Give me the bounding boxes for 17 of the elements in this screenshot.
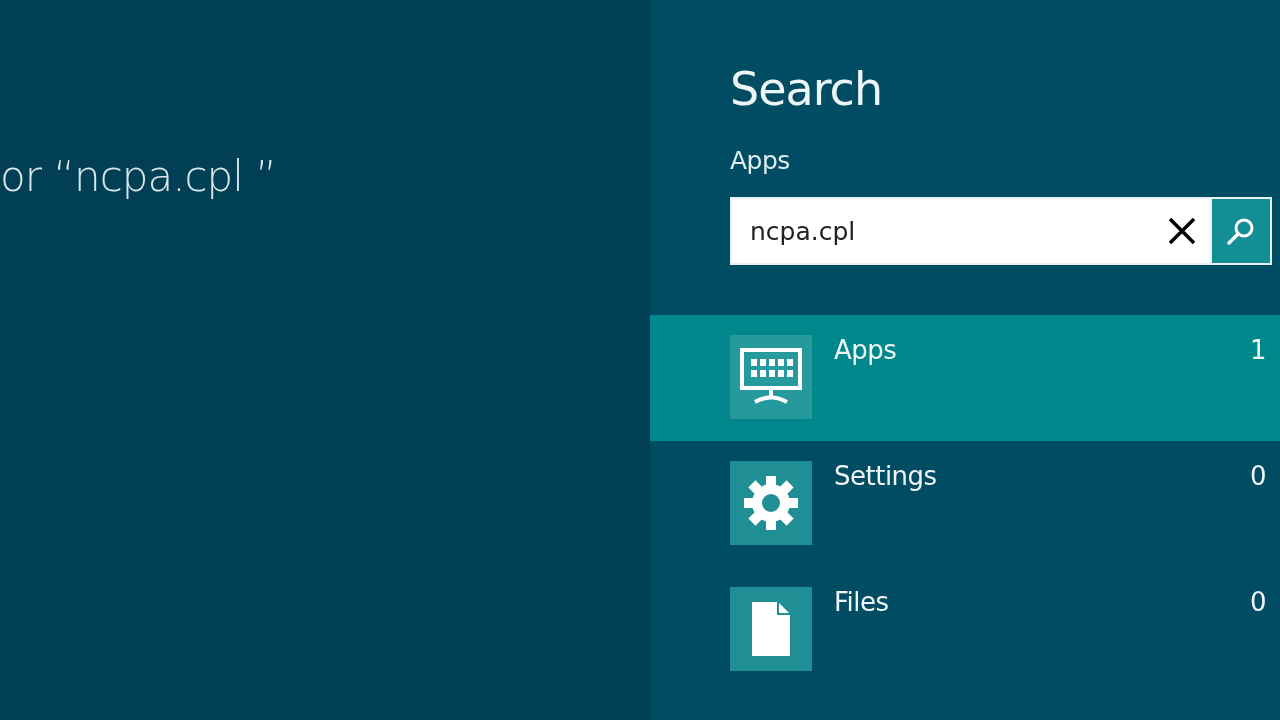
result-count: 1 [1250, 335, 1268, 365]
category-label: Settings [834, 461, 938, 491]
search-button[interactable] [1210, 197, 1272, 265]
result-count: 0 [1250, 587, 1268, 617]
result-count: 0 [1250, 461, 1268, 491]
category-label: Apps [834, 335, 898, 365]
search-field[interactable]: ncpa.cpl [730, 197, 1154, 265]
search-category-item[interactable]: Files 0 [650, 567, 1280, 693]
document-icon [751, 601, 791, 657]
search-category-item[interactable]: Settings 0 [650, 441, 1280, 567]
clear-icon[interactable] [1154, 197, 1210, 265]
pane-title: Search [729, 62, 884, 116]
search-category-item[interactable]: Apps 1 [650, 315, 1280, 441]
category-label: Files [834, 587, 890, 617]
search-results-heading: or “ncpa.cpl ” [0, 152, 278, 201]
search-scope-label: Apps [729, 146, 791, 175]
gear-icon [743, 475, 799, 531]
